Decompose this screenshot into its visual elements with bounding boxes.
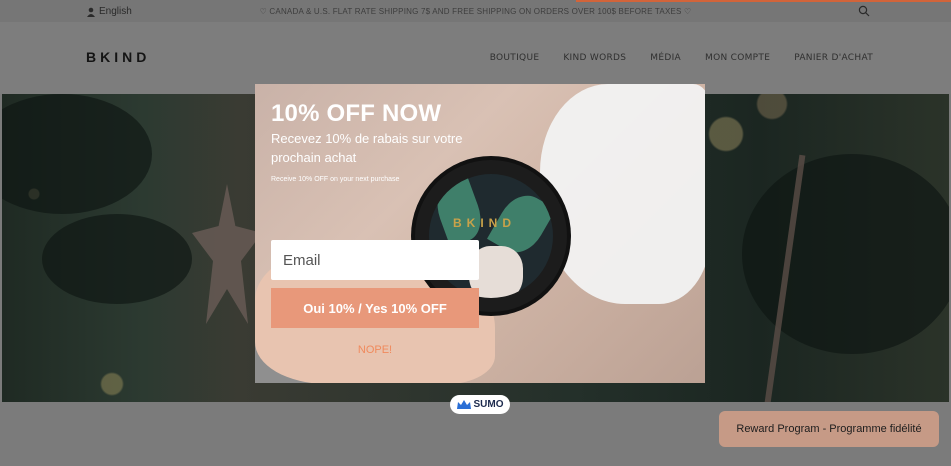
- popup-background-fabric: [540, 84, 705, 304]
- claim-discount-button[interactable]: Oui 10% / Yes 10% OFF: [271, 288, 479, 328]
- nav-kind-words[interactable]: KIND WORDS: [563, 53, 626, 63]
- popup-subtitle-fr: Recevez 10% de rabais sur votre prochain…: [271, 131, 463, 165]
- sumo-badge[interactable]: SUMO: [450, 395, 510, 414]
- decline-link[interactable]: NOPE!: [271, 344, 479, 356]
- pine-branch: [42, 214, 192, 304]
- popup-title: 10% OFF NOW: [271, 100, 442, 127]
- main-nav: BOUTIQUE KIND WORDS MÉDIA MON COMPTE PAN…: [490, 53, 873, 63]
- site-logo[interactable]: BKIND: [86, 49, 150, 65]
- reward-program-button[interactable]: Reward Program - Programme fidélité: [719, 411, 939, 447]
- search-icon[interactable]: [858, 5, 870, 17]
- nav-media[interactable]: MÉDIA: [650, 53, 681, 63]
- nav-mon-compte[interactable]: MON COMPTE: [705, 53, 770, 63]
- discount-popup: BKIND 10% OFF NOW Recevez 10% de rabais …: [255, 84, 705, 383]
- shipping-promo-text: ♡ CANADA & U.S. FLAT RATE SHIPPING 7$ AN…: [259, 7, 692, 16]
- pine-branch: [742, 154, 949, 354]
- leaf-decoration: [429, 176, 489, 248]
- sumo-label: SUMO: [473, 399, 504, 410]
- nav-boutique[interactable]: BOUTIQUE: [490, 53, 540, 63]
- announcement-bar: English ♡ CANADA & U.S. FLAT RATE SHIPPI…: [0, 0, 951, 22]
- crown-icon: [456, 400, 471, 409]
- email-input[interactable]: [271, 240, 479, 280]
- pine-branch: [2, 94, 152, 214]
- accent-line: [576, 0, 951, 2]
- nav-panier[interactable]: PANIER D'ACHAT: [794, 53, 873, 63]
- wooden-star-ornament: [192, 184, 262, 324]
- popup-subtitle-en: Receive 10% OFF on your next purchase: [271, 176, 400, 183]
- product-brand: BKIND: [453, 216, 516, 230]
